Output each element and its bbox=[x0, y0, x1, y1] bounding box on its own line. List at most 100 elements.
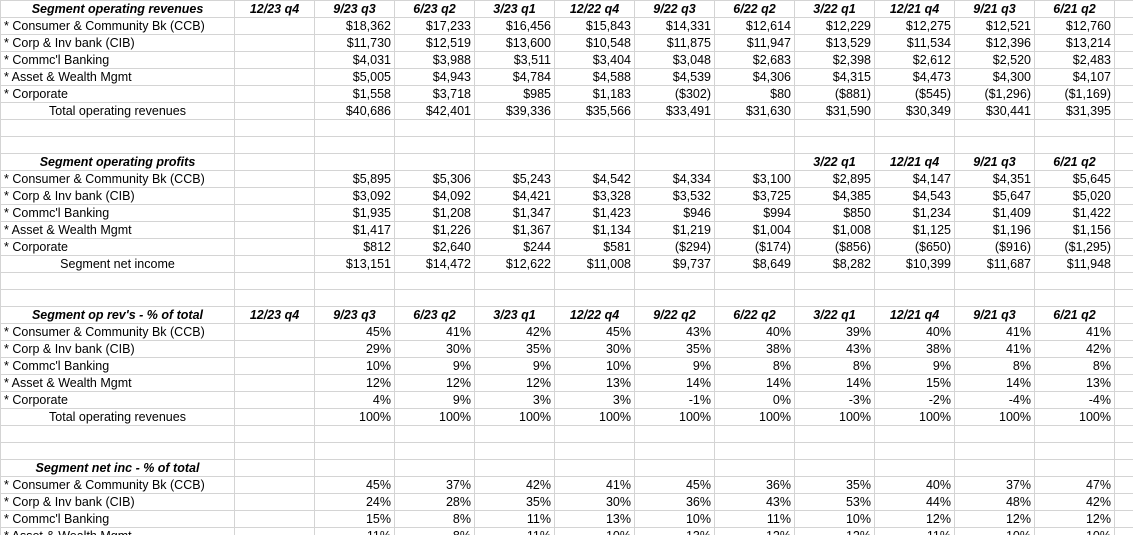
spacer-cell bbox=[234, 272, 315, 290]
data-cell: $12,275 bbox=[874, 17, 955, 35]
spacer-cell bbox=[714, 136, 795, 154]
data-cell: 11% bbox=[314, 527, 395, 535]
period-header-cell: 12/22 q4 bbox=[554, 306, 635, 324]
data-cell: 14% bbox=[714, 374, 795, 392]
data-cell: $1,134 bbox=[554, 221, 635, 239]
data-cell: 44% bbox=[874, 493, 955, 511]
row-label-ccb: * Consumer & Community Bk (CCB) bbox=[0, 17, 235, 35]
row-label-cb: * Commc'l Banking bbox=[0, 204, 235, 222]
spacer-cell bbox=[954, 289, 1035, 307]
table-row: * Asset & Wealth Mgmt $1,417 $1,226 $1,367 $… bbox=[0, 221, 1133, 239]
data-cell: $1,181 bbox=[1114, 204, 1133, 222]
data-cell bbox=[234, 170, 315, 188]
data-cell: ($856) bbox=[794, 238, 875, 256]
data-cell: ($294) bbox=[634, 238, 715, 256]
data-cell: 8% bbox=[394, 527, 475, 535]
data-cell bbox=[234, 85, 315, 103]
data-cell: $4,300 bbox=[954, 68, 1035, 86]
data-cell: $1,347 bbox=[474, 204, 555, 222]
data-cell: 9% bbox=[394, 391, 475, 409]
spacer-cell bbox=[634, 119, 715, 137]
total-cell bbox=[234, 102, 315, 120]
spacer-cell bbox=[874, 442, 955, 460]
data-cell: 41% bbox=[1114, 493, 1133, 511]
total-cell: $13,151 bbox=[314, 255, 395, 273]
section-title-2: Segment operating profits bbox=[0, 153, 235, 171]
data-cell: 11% bbox=[474, 527, 555, 535]
data-cell bbox=[234, 374, 315, 392]
table-row: * Commc'l Banking 15% 8% 11% 13% 10% 11% 10% 12%… bbox=[0, 510, 1133, 528]
period-header-cell: 12/23 q4 bbox=[234, 0, 315, 18]
data-cell: 41% bbox=[954, 323, 1035, 341]
data-cell: $4,784 bbox=[474, 68, 555, 86]
total-cell: 100% bbox=[314, 408, 395, 426]
row-label-corp: * Corporate bbox=[0, 238, 235, 256]
table-row: * Commc'l Banking $1,935 $1,208 $1,347 $1,42… bbox=[0, 204, 1133, 222]
data-cell: $5,645 bbox=[1034, 170, 1115, 188]
spacer-cell bbox=[874, 289, 955, 307]
period-header-cell bbox=[874, 459, 955, 477]
spacer-cell bbox=[234, 425, 315, 443]
row-label-cb: * Commc'l Banking bbox=[0, 357, 235, 375]
total-cell: $31,395 bbox=[1034, 102, 1115, 120]
data-cell: $14,605 bbox=[1114, 34, 1133, 52]
data-cell: $16,456 bbox=[474, 17, 555, 35]
period-header-cell bbox=[554, 459, 635, 477]
data-cell: ($881) bbox=[794, 85, 875, 103]
data-cell: $4,351 bbox=[954, 170, 1035, 188]
total-cell: 100% bbox=[874, 408, 955, 426]
data-cell: $3,404 bbox=[554, 51, 635, 69]
period-header-cell: 6/22 q2 bbox=[714, 306, 795, 324]
spacer-cell bbox=[954, 442, 1035, 460]
data-cell: 40% bbox=[714, 323, 795, 341]
data-cell bbox=[234, 68, 315, 86]
data-cell: 43% bbox=[714, 493, 795, 511]
data-cell: $581 bbox=[554, 238, 635, 256]
period-header-cell: 6/22 q2 bbox=[714, 0, 795, 18]
spacer-cell bbox=[394, 136, 475, 154]
total-cell: 100% bbox=[1114, 408, 1133, 426]
data-cell: 30% bbox=[554, 493, 635, 511]
row-label-ccb: * Consumer & Community Bk (CCB) bbox=[0, 476, 235, 494]
data-cell bbox=[234, 476, 315, 494]
data-cell: ($473) bbox=[1114, 85, 1133, 103]
period-header-cell bbox=[234, 153, 315, 171]
spacer-cell bbox=[794, 289, 875, 307]
data-cell: $12,521 bbox=[954, 17, 1035, 35]
data-cell: $850 bbox=[794, 204, 875, 222]
data-cell: $11,947 bbox=[714, 34, 795, 52]
data-cell: $1,208 bbox=[394, 204, 475, 222]
data-cell: 38% bbox=[1114, 323, 1133, 341]
section-title-4: Segment net inc - % of total bbox=[0, 459, 235, 477]
data-cell: 9% bbox=[634, 357, 715, 375]
row-label-awm: * Asset & Wealth Mgmt bbox=[0, 527, 235, 535]
spacer-cell bbox=[234, 289, 315, 307]
spacer-cell bbox=[954, 425, 1035, 443]
data-cell: 24% bbox=[314, 493, 395, 511]
data-cell: 41% bbox=[954, 340, 1035, 358]
data-cell: $4,315 bbox=[794, 68, 875, 86]
spreadsheet-sheet: Segment operating revenues 12/23 q4 9/23 q… bbox=[0, 0, 1133, 535]
total-cell: $31,630 bbox=[714, 102, 795, 120]
total-cell: $10,399 bbox=[874, 255, 955, 273]
period-header-cell: 3/23 q1 bbox=[474, 306, 555, 324]
spacer-row bbox=[0, 272, 1133, 290]
data-cell: $4,421 bbox=[474, 187, 555, 205]
data-cell: 47% bbox=[1034, 476, 1115, 494]
period-header-cell: 3/23 q1 bbox=[474, 0, 555, 18]
total-row: Total operating revenues 100% 100% 100% 100%… bbox=[0, 408, 1133, 426]
data-cell: 11% bbox=[474, 510, 555, 528]
table-row: * Consumer & Community Bk (CCB) $18,362 $1… bbox=[0, 17, 1133, 35]
data-cell: 53% bbox=[794, 493, 875, 511]
spacer-cell bbox=[554, 272, 635, 290]
spacer-row bbox=[0, 442, 1133, 460]
data-cell: 42% bbox=[1034, 493, 1115, 511]
data-cell: 47% bbox=[1114, 476, 1133, 494]
spacer-cell bbox=[394, 289, 475, 307]
row-label-cib: * Corp & Inv bank (CIB) bbox=[0, 340, 235, 358]
data-cell: $3,718 bbox=[394, 85, 475, 103]
spacer-cell bbox=[0, 442, 235, 460]
data-cell: $18,362 bbox=[314, 17, 395, 35]
data-cell: 14% bbox=[794, 374, 875, 392]
period-header-cell bbox=[394, 153, 475, 171]
